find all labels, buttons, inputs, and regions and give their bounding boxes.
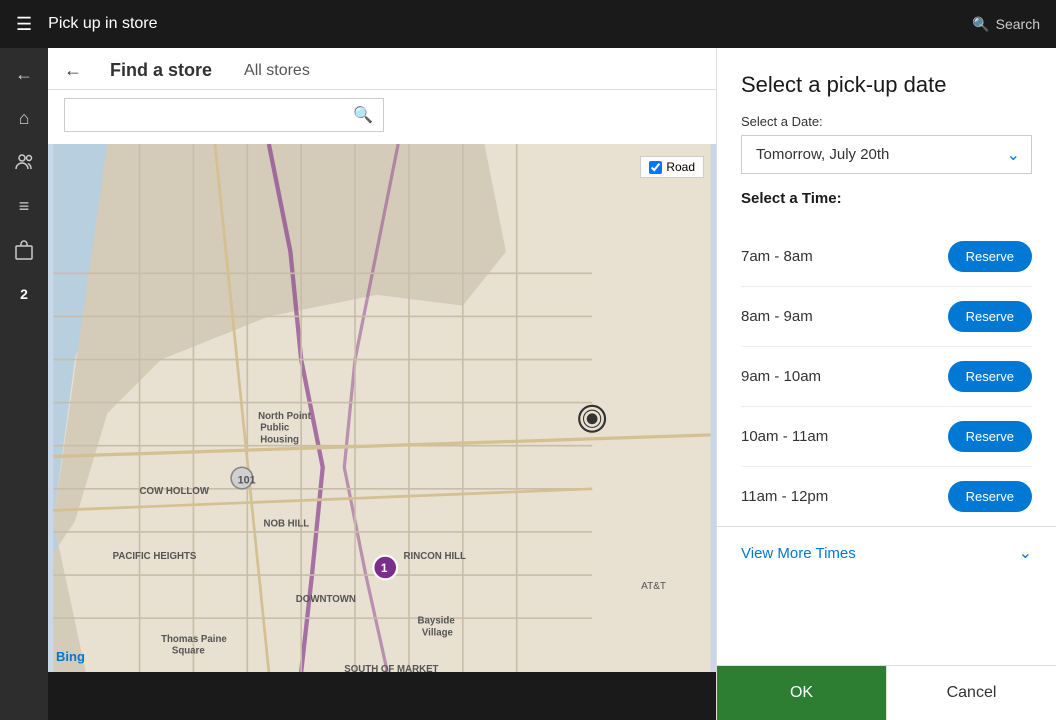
store-header: ← Find a store All stores bbox=[48, 48, 716, 90]
main-layout: ← ⌂ ≡ 2 ← Find a store All stores bbox=[0, 48, 1056, 720]
all-stores-label[interactable]: All stores bbox=[244, 62, 310, 80]
panel-footer: OK Cancel bbox=[717, 665, 1056, 720]
sidebar-menu-icon[interactable]: ≡ bbox=[6, 188, 42, 224]
time-slot-row-1: 8am - 9am Reserve bbox=[741, 287, 1032, 347]
svg-text:Square: Square bbox=[172, 646, 205, 657]
sidebar: ← ⌂ ≡ 2 bbox=[0, 48, 48, 720]
svg-text:101: 101 bbox=[238, 474, 256, 486]
time-slot-row-4: 11am - 12pm Reserve bbox=[741, 467, 1032, 526]
store-search-box[interactable]: 🔍 bbox=[64, 98, 384, 132]
store-search-input[interactable] bbox=[75, 107, 353, 123]
sidebar-number-2: 2 bbox=[6, 276, 42, 312]
date-select-wrapper[interactable]: Tomorrow, July 20th Monday, July 21st Tu… bbox=[741, 135, 1032, 174]
time-slot-row-0: 7am - 8am Reserve bbox=[741, 227, 1032, 287]
content-area: ← Find a store All stores 🔍 Road bbox=[48, 48, 716, 720]
svg-text:1: 1 bbox=[381, 561, 388, 575]
time-text-1: 8am - 9am bbox=[741, 308, 813, 325]
date-section-label: Select a Date: bbox=[741, 114, 1032, 129]
att-label: AT&T bbox=[641, 581, 666, 592]
top-bar: ☰ Pick up in store 🔍 Search bbox=[0, 0, 1056, 48]
svg-text:Housing: Housing bbox=[260, 434, 299, 445]
time-slot-row-3: 10am - 11am Reserve bbox=[741, 407, 1032, 467]
svg-text:Village: Village bbox=[422, 627, 454, 638]
map-area: Road bbox=[48, 144, 716, 672]
sidebar-people-icon[interactable] bbox=[6, 144, 42, 180]
view-more-row[interactable]: View More Times ⌄ bbox=[717, 526, 1056, 579]
time-section-label: Select a Time: bbox=[741, 190, 1032, 207]
search-label: Search bbox=[996, 16, 1040, 32]
svg-text:DOWNTOWN: DOWNTOWN bbox=[296, 594, 356, 605]
bing-text: Bing bbox=[56, 649, 85, 664]
map-svg: COW HOLLOW PACIFIC HEIGHTS NOB HILL DOWN… bbox=[48, 144, 716, 672]
time-slots-container: 7am - 8am Reserve 8am - 9am Reserve 9am … bbox=[717, 227, 1056, 526]
hamburger-menu-icon[interactable]: ☰ bbox=[16, 14, 32, 35]
time-text-3: 10am - 11am bbox=[741, 428, 828, 445]
reserve-button-0[interactable]: Reserve bbox=[948, 241, 1032, 272]
bottom-bar bbox=[48, 672, 716, 720]
reserve-button-1[interactable]: Reserve bbox=[948, 301, 1032, 332]
date-select[interactable]: Tomorrow, July 20th Monday, July 21st Tu… bbox=[741, 135, 1032, 174]
cancel-button[interactable]: Cancel bbox=[886, 666, 1056, 720]
time-text-0: 7am - 8am bbox=[741, 248, 813, 265]
svg-text:SOUTH OF MARKET: SOUTH OF MARKET bbox=[344, 664, 438, 672]
ok-button[interactable]: OK bbox=[717, 666, 886, 720]
store-search-icon: 🔍 bbox=[353, 105, 373, 125]
svg-text:Public: Public bbox=[260, 423, 290, 434]
find-store-label: Find a store bbox=[110, 60, 212, 81]
panel-header: Select a pick-up date Select a Date: Tom… bbox=[717, 48, 1056, 227]
time-text-2: 9am - 10am bbox=[741, 368, 821, 385]
time-slot-row-2: 9am - 10am Reserve bbox=[741, 347, 1032, 407]
svg-text:North Point: North Point bbox=[258, 411, 312, 422]
view-more-label: View More Times bbox=[741, 545, 856, 562]
sidebar-back-icon[interactable]: ← bbox=[6, 56, 42, 92]
svg-text:NOB HILL: NOB HILL bbox=[263, 519, 309, 530]
view-more-chevron-icon: ⌄ bbox=[1019, 543, 1032, 563]
svg-text:PACIFIC HEIGHTS: PACIFIC HEIGHTS bbox=[113, 551, 197, 562]
svg-text:Thomas Paine: Thomas Paine bbox=[161, 634, 227, 645]
bing-logo: Bing bbox=[56, 649, 85, 664]
reserve-button-2[interactable]: Reserve bbox=[948, 361, 1032, 392]
road-badge[interactable]: Road bbox=[640, 156, 704, 178]
panel-title: Select a pick-up date bbox=[741, 72, 1032, 98]
right-panel: Select a pick-up date Select a Date: Tom… bbox=[716, 48, 1056, 720]
sidebar-home-icon[interactable]: ⌂ bbox=[6, 100, 42, 136]
reserve-button-3[interactable]: Reserve bbox=[948, 421, 1032, 452]
store-back-button[interactable]: ← bbox=[64, 60, 82, 81]
search-icon: 🔍 bbox=[972, 16, 989, 33]
search-bar-row: 🔍 bbox=[48, 90, 716, 144]
svg-text:RINCON HILL: RINCON HILL bbox=[404, 551, 467, 562]
road-checkbox[interactable] bbox=[649, 161, 662, 174]
road-label: Road bbox=[666, 160, 695, 174]
svg-text:Bayside: Bayside bbox=[418, 616, 456, 627]
time-text-4: 11am - 12pm bbox=[741, 488, 828, 505]
app-title: Pick up in store bbox=[48, 15, 972, 33]
reserve-button-4[interactable]: Reserve bbox=[948, 481, 1032, 512]
top-search-area[interactable]: 🔍 Search bbox=[972, 16, 1040, 33]
sidebar-bag-icon[interactable] bbox=[6, 232, 42, 268]
svg-text:COW HOLLOW: COW HOLLOW bbox=[140, 486, 210, 497]
